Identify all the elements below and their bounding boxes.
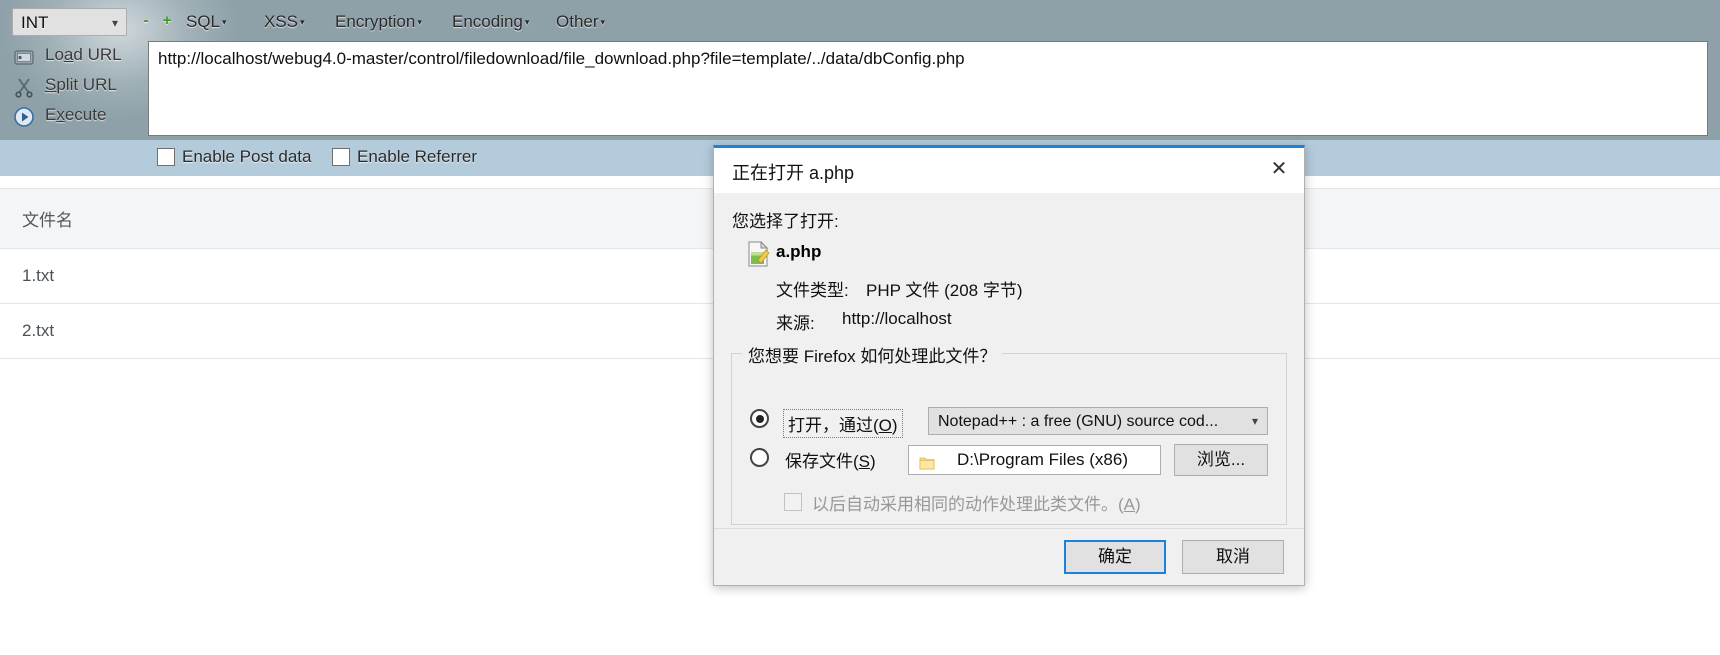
folder-icon	[919, 452, 935, 470]
enable-post-data-checkbox[interactable]	[157, 148, 175, 166]
save-file-accel: S	[858, 452, 871, 471]
save-file-label-post: )	[870, 452, 876, 471]
load-url-button[interactable]: Load URL	[45, 45, 122, 65]
auto-action-checkbox	[784, 493, 802, 511]
auto-action-accel: A	[1123, 495, 1136, 514]
enable-post-data-label: Enable Post data	[182, 147, 312, 166]
load-url-icon	[12, 45, 36, 69]
dialog-footer: 确定 取消	[714, 528, 1304, 585]
execute-icon	[12, 105, 36, 129]
dialog-body: 您选择了打开: a.php 文件类型: PHP 文件 (208 字节) 来源: …	[714, 193, 1304, 540]
file-type-value: PHP 文件 (208 字节)	[866, 281, 1023, 300]
menu-encoding-label: Encoding	[452, 12, 523, 31]
dialog-title-bar: 正在打开 a.php ✕	[714, 148, 1304, 193]
ok-button[interactable]: 确定	[1064, 540, 1166, 574]
caret-down-icon: ▾	[417, 17, 422, 28]
menu-sql[interactable]: SQL ▾	[186, 12, 227, 32]
caret-down-icon: ▾	[524, 17, 530, 28]
chevron-down-icon: ▾	[1251, 414, 1258, 428]
caret-down-icon: ▾	[222, 17, 227, 28]
menu-sql-label: SQL	[186, 12, 221, 31]
cancel-button[interactable]: 取消	[1182, 540, 1284, 574]
open-with-radio[interactable]	[750, 409, 769, 428]
chevron-down-icon: ▾	[111, 16, 118, 30]
source-value: http://localhost	[842, 309, 952, 328]
open-file-dialog: 正在打开 a.php ✕ 您选择了打开: a.php 文件类型: PHP 文件 …	[713, 145, 1305, 586]
save-file-label-pre: 保存文件(	[785, 452, 859, 471]
load-url-accel: a	[63, 45, 74, 64]
menu-encoding[interactable]: Encoding ▾	[452, 12, 529, 32]
url-input[interactable]: http://localhost/webug4.0-master/control…	[148, 41, 1708, 136]
menu-xss-label: XSS	[264, 12, 299, 31]
application-select[interactable]: Notepad++ : a free (GNU) source cod... ▾	[928, 407, 1268, 435]
close-icon[interactable]: ✕	[1258, 151, 1300, 187]
open-with-accel: O	[878, 416, 892, 435]
execute-label-pre: E	[45, 105, 57, 124]
browse-button[interactable]: 浏览...	[1174, 444, 1268, 476]
payload-type-value: INT	[21, 13, 49, 32]
execute-accel: x	[56, 105, 65, 124]
open-with-label-pre: 打开，通过(	[788, 416, 879, 435]
save-file-radio[interactable]	[750, 448, 769, 467]
execute-button[interactable]: Execute	[45, 105, 106, 125]
auto-action-label: 以后自动采用相同的动作处理此类文件。(A)	[812, 490, 1141, 515]
you-chose-label: 您选择了打开:	[732, 212, 839, 231]
application-select-value: Notepad++ : a free (GNU) source cod...	[938, 413, 1219, 430]
auto-action-label-post: )	[1135, 495, 1141, 514]
split-url-accel: S	[45, 75, 57, 94]
menu-encryption[interactable]: Encryption ▾	[335, 12, 422, 32]
load-url-label-pre: Lo	[45, 45, 64, 64]
split-url-label-post: plit URL	[56, 75, 117, 94]
dialog-title: 正在打开 a.php	[732, 163, 855, 183]
file-type-label: 文件类型:	[776, 281, 849, 300]
source-label: 来源:	[776, 314, 815, 333]
handling-legend: 您想要 Firefox 如何处理此文件？	[742, 342, 1003, 367]
caret-down-icon: ▾	[600, 17, 606, 28]
execute-label-post: ecute	[64, 105, 107, 124]
zoom-out-icon[interactable]: -	[139, 13, 153, 28]
file-name: a.php	[776, 242, 822, 261]
zoom-in-icon[interactable]: +	[160, 13, 174, 28]
split-url-button[interactable]: Split URL	[45, 75, 117, 95]
menu-encryption-label: Encryption	[335, 12, 416, 31]
payload-type-select[interactable]: INT ▾	[12, 8, 127, 36]
save-file-label[interactable]: 保存文件(S)	[785, 447, 876, 472]
open-with-label-post: )	[891, 416, 898, 435]
hackbar-toolbar: INT ▾ - + SQL ▾ XSS ▾ Encryption ▾ Encoding…	[0, 0, 1720, 140]
radio-selected-dot	[755, 414, 764, 423]
split-url-icon	[12, 75, 36, 99]
menu-other-label: Other	[556, 12, 599, 31]
caret-down-icon: ▾	[300, 17, 305, 28]
enable-referrer-label: Enable Referrer	[357, 147, 478, 166]
save-path-box[interactable]: D:\Program Files (x86)	[908, 445, 1161, 475]
menu-other[interactable]: Other ▾	[556, 12, 605, 32]
load-url-label-post: d URL	[73, 45, 122, 64]
enable-referrer-checkbox[interactable]	[332, 148, 350, 166]
open-with-label[interactable]: 打开，通过(O)	[783, 409, 903, 438]
menu-xss[interactable]: XSS ▾	[264, 12, 305, 32]
php-file-icon	[746, 240, 770, 267]
auto-action-label-pre: 以后自动采用相同的动作处理此类文件。(	[812, 495, 1124, 514]
save-path-text: D:\Program Files (x86)	[957, 450, 1128, 469]
handling-fieldset: 您想要 Firefox 如何处理此文件？ 打开，通过(O) Notepad++ …	[731, 342, 1287, 525]
